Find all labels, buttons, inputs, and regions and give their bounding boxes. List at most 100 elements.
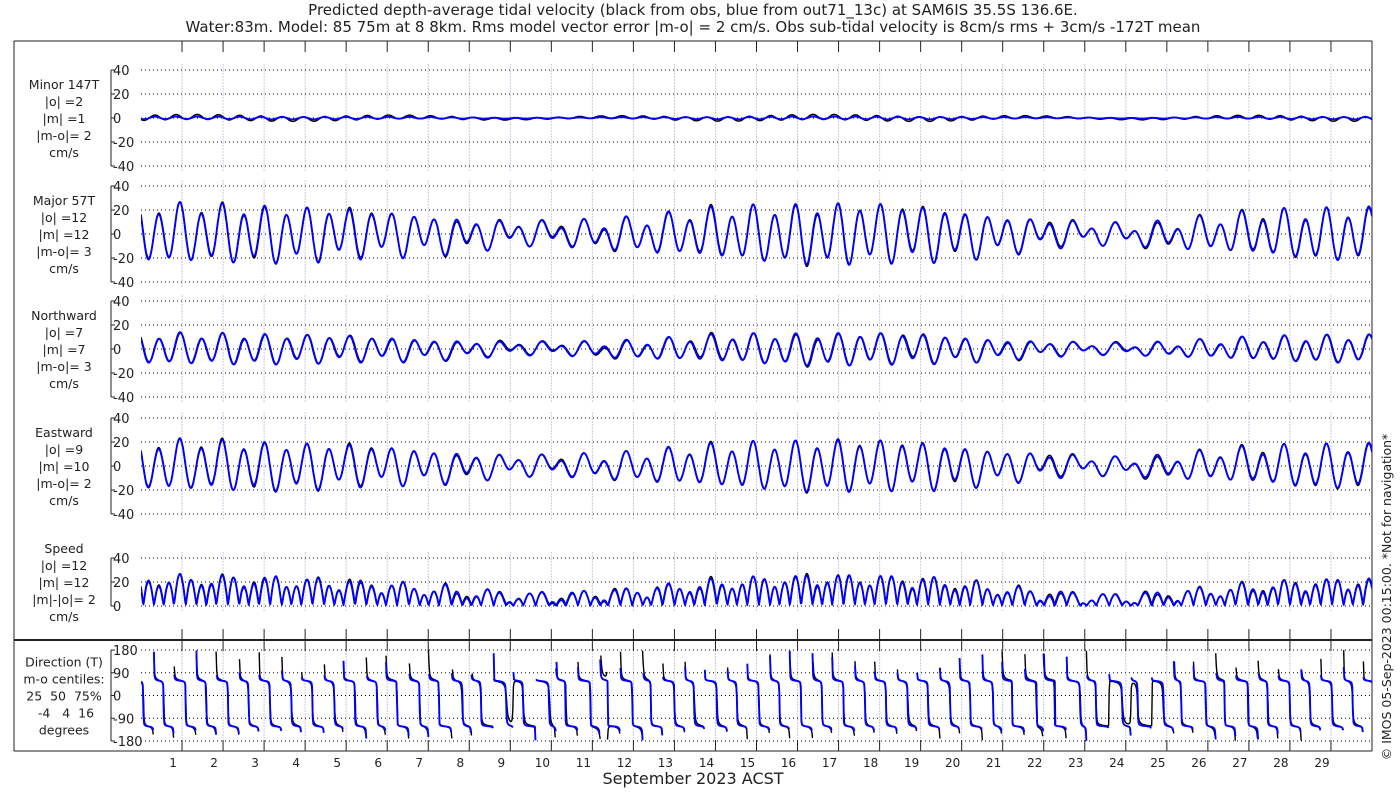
x-tick-label: 25 (1150, 756, 1165, 770)
y-tick-label: -20 (113, 252, 134, 267)
panel-label-line: Minor 147T (29, 77, 100, 92)
x-tick-label: 10 (535, 756, 550, 770)
y-tick-label: 40 (113, 180, 130, 195)
panel-label-line: |m|-|o|= 2 (32, 592, 96, 607)
y-tick-label: 40 (113, 64, 130, 79)
panel-label-line: |m-o|= 2 (36, 476, 91, 491)
x-tick-label: 26 (1191, 756, 1206, 770)
y-tick-label: -90 (113, 712, 134, 727)
x-tick-label: 13 (658, 756, 673, 770)
x-tick-label: 15 (740, 756, 755, 770)
panel-label-line: |m-o|= 2 (36, 128, 91, 143)
panel-label-line: Direction (T) (25, 655, 103, 670)
x-tick-label: 23 (1068, 756, 1083, 770)
x-tick-label: 18 (863, 756, 878, 770)
panel-label-line: |m| =1 (43, 111, 86, 126)
y-tick-label: 20 (113, 88, 130, 103)
panel-label-line: |o| =2 (45, 94, 83, 109)
x-tick-label: 1 (169, 756, 177, 770)
panel-label-line: cm/s (49, 261, 79, 276)
x-tick-label: 9 (497, 756, 505, 770)
y-tick-label: 40 (113, 295, 130, 310)
panel-label-line: degrees (39, 723, 89, 738)
figure-frame (13, 40, 1373, 752)
y-tick-label: 0 (113, 343, 121, 358)
x-tick-label: 17 (822, 756, 837, 770)
panels: 40 20 0 -20 -40 Minor 147T |o| =2 |m| =1 |m-o|= … (23, 64, 1372, 750)
y-tick-label: 20 (113, 436, 130, 451)
y-tick-label: 40 (113, 412, 130, 427)
x-tick-label: 22 (1027, 756, 1042, 770)
copyright-note: © IMOS 05-Sep-2023 00:15:00. *Not for na… (1379, 434, 1394, 761)
y-tick-label: -20 (113, 136, 134, 151)
y-tick-label: 180 (113, 644, 138, 659)
panel-label-line: m-o centiles: (23, 672, 104, 687)
figure-title-line2: Water:83m. Model: 85 75m at 8 8km. Rms m… (186, 18, 1201, 36)
panel-label-line: Eastward (35, 425, 93, 440)
x-tick-label: 24 (1109, 756, 1124, 770)
x-tick-label: 11 (576, 756, 591, 770)
y-tick-label: 0 (113, 600, 121, 615)
y-tick-label: 40 (113, 552, 130, 567)
panel-label-line: |o| =12 (41, 210, 87, 225)
x-tick-label: 29 (1314, 756, 1329, 770)
tidal-velocity-figure: Predicted depth-average tidal velocity (… (13, 1, 1394, 788)
x-axis: 1 2 3 4 5 6 7 8 9 10 11 12 13 14 15 16 17 18 19 20 21 22 23 24 2… (169, 41, 1332, 770)
panel-speed: 40 20 0 Speed |o| =12 |m| =12 |m|-|o|= 2 cm/s (32, 541, 1372, 624)
x-tick-label: 16 (781, 756, 796, 770)
x-tick-label: 5 (333, 756, 341, 770)
panel-label-line: cm/s (49, 376, 79, 391)
panel-label-line: |o| =12 (41, 558, 87, 573)
panel-label-line: Major 57T (33, 193, 96, 208)
panel-north: 40 20 0 -20 -40 Northward |o| =7 |m| =7 |m-o|= 3… (31, 295, 1372, 406)
panel-label-line: |o| =9 (45, 442, 84, 457)
panel-label-line: cm/s (49, 145, 79, 160)
panel-label-line: 25 50 75% (26, 689, 102, 704)
y-tick-label: -20 (113, 367, 134, 382)
x-tick-label: 8 (456, 756, 464, 770)
x-tick-label: 12 (617, 756, 632, 770)
panel-label-line: Northward (31, 308, 97, 323)
x-tick-label: 28 (1273, 756, 1288, 770)
y-tick-label: 0 (113, 690, 121, 705)
panel-label-line: cm/s (49, 609, 79, 624)
panel-label-line: |o| =7 (45, 325, 83, 340)
y-tick-label: 90 (113, 667, 130, 682)
panel-label-line: |m| =12 (39, 227, 90, 242)
y-tick-label: 0 (113, 112, 121, 127)
y-tick-label: 20 (113, 204, 130, 219)
x-tick-label: 4 (292, 756, 300, 770)
x-tick-label: 27 (1232, 756, 1247, 770)
y-tick-label: -40 (113, 276, 134, 291)
y-tick-label: -20 (113, 484, 134, 499)
panel-label-line: |m| =12 (39, 575, 90, 590)
panel-label-line: cm/s (49, 493, 79, 508)
y-tick-label: 0 (113, 228, 121, 243)
panel-label-line: |m-o|= 3 (36, 359, 91, 374)
panel-minor: 40 20 0 -20 -40 Minor 147T |o| =2 |m| =1 |m-o|= … (29, 64, 1372, 175)
x-tick-label: 6 (374, 756, 382, 770)
panel-label-line: |m| =10 (39, 459, 90, 474)
x-tick-label: 19 (904, 756, 919, 770)
panel-major: 40 20 0 -20 -40 Major 57T |o| =12 |m| =12 |m-o|=… (33, 180, 1372, 291)
x-tick-label: 21 (986, 756, 1001, 770)
y-tick-label: -180 (113, 735, 143, 750)
x-tick-label: 20 (945, 756, 960, 770)
y-tick-label: -40 (113, 391, 134, 406)
panel-label-line: |m-o|= 3 (36, 244, 91, 259)
y-tick-label: 20 (113, 319, 130, 334)
panel-label-line: |m| =7 (43, 342, 86, 357)
x-tick-label: 3 (251, 756, 259, 770)
y-tick-label: 0 (113, 460, 121, 475)
y-tick-label: -40 (113, 508, 134, 523)
x-tick-label: 7 (415, 756, 423, 770)
x-tick-label: 14 (699, 756, 714, 770)
x-tick-label: 2 (210, 756, 218, 770)
panel-label-line: -4 4 16 (34, 706, 94, 721)
panel-east: 40 20 0 -20 -40 Eastward |o| =9 |m| =10 |m-o|= 2… (35, 412, 1372, 523)
y-tick-label: 20 (113, 576, 130, 591)
panel-label-line: Speed (44, 541, 83, 556)
x-axis-label: September 2023 ACST (602, 769, 783, 788)
panel-direction: 180 90 0 -90 -180 Direction (T) m-o centiles: 2… (23, 644, 1372, 750)
y-tick-label: -40 (113, 160, 134, 175)
